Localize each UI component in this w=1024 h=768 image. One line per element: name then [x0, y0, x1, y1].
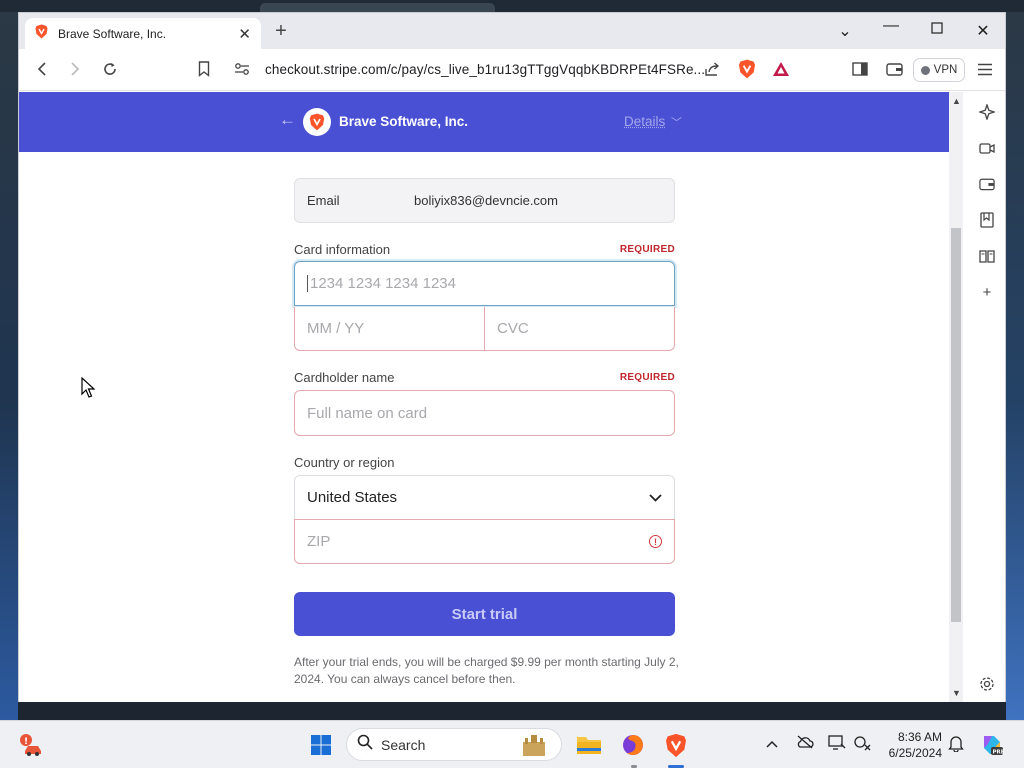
wallet-icon[interactable] [883, 58, 905, 80]
browser-toolbar: checkout.stripe.com/c/pay/cs_live_b1ru13… [19, 49, 1005, 91]
text-caret [307, 275, 308, 292]
expiry-input[interactable]: MM / YY [294, 307, 485, 351]
system-clock[interactable]: 8:36 AM 6/25/2024 [874, 729, 942, 761]
close-window-button[interactable]: ✕ [973, 21, 993, 41]
error-icon: ! [649, 535, 662, 548]
talk-icon[interactable] [977, 138, 997, 158]
merchant-name: Brave Software, Inc. [339, 114, 469, 129]
cardholder-name-placeholder: Full name on card [307, 404, 428, 422]
search-label: Search [381, 736, 426, 753]
forward-icon[interactable] [64, 58, 86, 80]
add-panel-icon[interactable]: + [977, 282, 997, 302]
card-number-placeholder: 1234 1234 1234 1234 [310, 275, 456, 292]
file-explorer-icon[interactable] [575, 731, 603, 759]
back-icon[interactable] [31, 58, 53, 80]
trial-disclaimer: After your trial ends, you will be charg… [294, 655, 679, 686]
cvc-placeholder: CVC [497, 320, 529, 337]
wallet-panel-icon[interactable] [977, 174, 997, 194]
reload-icon[interactable] [99, 58, 121, 80]
brave-lion-icon [35, 24, 48, 44]
brave-logo-icon [303, 108, 331, 136]
tab-strip: Brave Software, Inc. ✕ + ⌄ — ✕ [19, 13, 1005, 49]
brave-taskbar-icon[interactable] [662, 731, 690, 759]
notification-bell-icon[interactable] [948, 735, 964, 755]
vpn-button[interactable]: VPN [913, 58, 965, 82]
share-icon[interactable] [701, 58, 723, 80]
tray-chevron-up-icon[interactable] [766, 735, 778, 751]
expiry-placeholder: MM / YY [307, 320, 365, 337]
vpn-status-icon [920, 65, 930, 75]
brave-shields-icon[interactable] [736, 58, 758, 80]
desktop-left [0, 12, 18, 720]
new-tab-button[interactable]: + [271, 20, 291, 43]
email-row: Email boliyix836@devncie.com [294, 178, 675, 223]
card-required-badge: REQUIRED [619, 244, 675, 255]
background-window-tab [260, 3, 495, 12]
page-viewport: ← Brave Software, Inc. Details ﹀ Email b… [19, 92, 949, 702]
cvc-input[interactable]: CVC [484, 307, 675, 351]
cardholder-name-input[interactable]: Full name on card [294, 390, 675, 436]
network-icon[interactable] [854, 735, 872, 754]
name-required-badge: REQUIRED [619, 372, 675, 383]
vpn-label: VPN [933, 64, 958, 76]
display-icon[interactable] [828, 735, 846, 754]
minimize-button[interactable]: — [881, 17, 901, 35]
browser-sidebar: ▲ ▼ + [949, 92, 1005, 702]
tab-search-chevron-icon[interactable]: ⌄ [835, 21, 855, 41]
svg-text:PRE: PRE [993, 750, 1005, 756]
onedrive-offline-icon[interactable] [796, 735, 814, 752]
email-value: boliyix836@devncie.com [414, 193, 558, 208]
country-value: United States [307, 489, 398, 506]
browser-tab[interactable]: Brave Software, Inc. ✕ [25, 18, 261, 49]
back-arrow-icon[interactable]: ← [279, 110, 296, 130]
country-select[interactable]: United States [294, 475, 675, 520]
leo-ai-icon[interactable] [977, 102, 997, 122]
cardholder-name-label: Cardholder name [294, 370, 395, 385]
mouse-cursor-icon [81, 376, 96, 404]
desktop-top [0, 0, 1024, 12]
close-tab-icon[interactable]: ✕ [238, 25, 251, 43]
details-link[interactable]: Details [624, 114, 665, 129]
chevron-down-icon[interactable]: ﹀ [671, 114, 682, 130]
country-label: Country or region [294, 455, 395, 470]
site-settings-icon[interactable] [231, 58, 253, 80]
search-highlight-icon [519, 732, 549, 763]
tab-title: Brave Software, Inc. [58, 26, 167, 41]
card-info-label: Card information [294, 242, 391, 257]
maximize-button[interactable] [927, 21, 947, 39]
windows-start-icon[interactable] [307, 731, 335, 759]
card-number-input[interactable]: 1234 1234 1234 1234 [294, 261, 675, 306]
reading-list-icon[interactable] [977, 246, 997, 266]
bookmark-icon[interactable] [193, 58, 215, 80]
scrollbar-thumb[interactable] [951, 228, 961, 622]
start-trial-button[interactable]: Start trial [294, 592, 675, 636]
scroll-up-arrow-icon[interactable]: ▲ [952, 96, 961, 106]
browser-window: Brave Software, Inc. ✕ + ⌄ — ✕ checkout.… [18, 12, 1006, 702]
menu-icon[interactable] [974, 58, 996, 80]
clock-date: 6/25/2024 [888, 746, 942, 760]
brave-rewards-icon[interactable] [770, 58, 792, 80]
sidebar-toggle-icon[interactable] [849, 58, 871, 80]
desktop-right [1006, 12, 1024, 720]
svg-text:!: ! [24, 737, 28, 747]
weather-widget-icon[interactable]: ! [18, 731, 46, 759]
zip-placeholder: ZIP [307, 533, 331, 550]
scroll-down-arrow-icon[interactable]: ▼ [952, 688, 961, 698]
copilot-icon[interactable]: PRE [978, 731, 1006, 759]
zip-input[interactable]: ZIP ! [294, 519, 675, 564]
checkout-header: ← Brave Software, Inc. Details ﹀ [19, 92, 949, 152]
taskbar: ! Search 8:36 AM 6/25/2024 PRE [0, 720, 1024, 768]
gear-icon[interactable] [977, 674, 997, 694]
email-label: Email [307, 193, 340, 208]
firefox-icon[interactable] [619, 731, 647, 759]
taskbar-search[interactable]: Search [346, 728, 562, 761]
search-icon [357, 734, 373, 755]
bookmarks-panel-icon[interactable] [977, 210, 997, 230]
page-scrollbar[interactable]: ▲ ▼ [949, 92, 963, 702]
address-bar[interactable]: checkout.stripe.com/c/pay/cs_live_b1ru13… [265, 62, 705, 77]
chevron-down-icon [649, 489, 662, 506]
clock-time: 8:36 AM [897, 730, 942, 744]
